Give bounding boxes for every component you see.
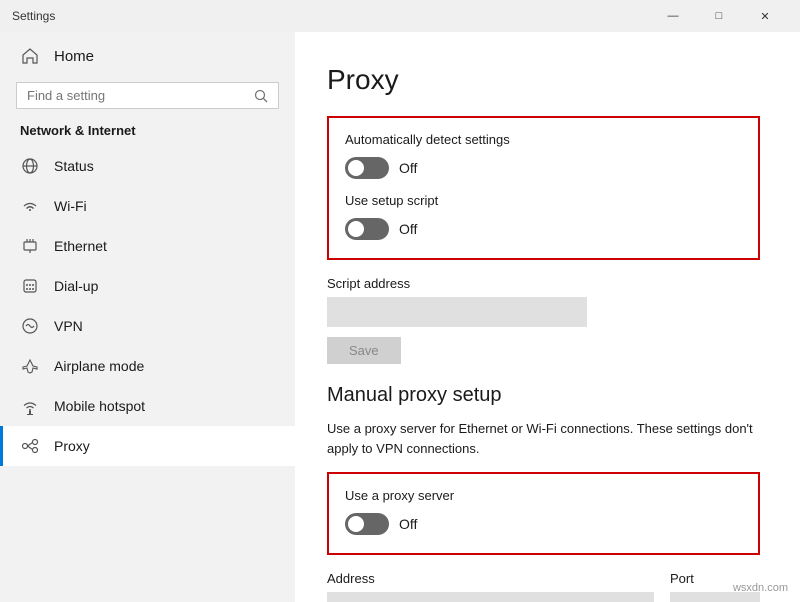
airplane-icon [20, 356, 40, 376]
content-area: Proxy Automatically detect settings Off … [295, 32, 800, 602]
app-body: Home Network & Internet Status [0, 32, 800, 602]
search-icon [254, 89, 268, 103]
proxy-label: Proxy [54, 438, 90, 454]
sidebar-section-title: Network & Internet [0, 119, 295, 146]
home-label: Home [54, 48, 94, 65]
setup-script-toggle-knob [348, 221, 364, 237]
vpn-label: VPN [54, 318, 83, 334]
dialup-icon [20, 276, 40, 296]
minimize-button[interactable]: — [650, 0, 696, 32]
watermark: wsxdn.com [733, 582, 788, 594]
airplane-label: Airplane mode [54, 358, 144, 374]
sidebar-item-dialup[interactable]: Dial-up [0, 266, 295, 306]
address-field: Address [327, 571, 654, 602]
close-button[interactable]: ✕ [742, 0, 788, 32]
globe-icon [20, 156, 40, 176]
auto-detect-label: Automatically detect settings [345, 132, 742, 147]
proxy-server-toggle-knob [348, 516, 364, 532]
sidebar-item-proxy[interactable]: Proxy [0, 426, 295, 466]
proxy-server-toggle-row: Off [345, 513, 742, 535]
hotspot-label: Mobile hotspot [54, 398, 145, 414]
titlebar-title: Settings [12, 9, 55, 23]
manual-proxy-title: Manual proxy setup [327, 384, 760, 407]
ethernet-label: Ethernet [54, 238, 107, 254]
status-label: Status [54, 158, 94, 174]
address-input[interactable] [327, 592, 654, 602]
home-icon [20, 46, 40, 66]
address-port-row: Address Port [327, 571, 760, 602]
proxy-server-section: Use a proxy server Off [327, 472, 760, 555]
dialup-label: Dial-up [54, 278, 98, 294]
sidebar: Home Network & Internet Status [0, 32, 295, 602]
setup-script-label: Use setup script [345, 193, 742, 208]
ethernet-icon [20, 236, 40, 256]
vpn-icon [20, 316, 40, 336]
manual-proxy-desc: Use a proxy server for Ethernet or Wi-Fi… [327, 419, 760, 458]
proxy-server-label: Use a proxy server [345, 488, 742, 503]
wifi-label: Wi-Fi [54, 198, 87, 214]
titlebar-controls: — □ ✕ [650, 0, 788, 32]
auto-detect-toggle-knob [348, 160, 364, 176]
sidebar-item-vpn[interactable]: VPN [0, 306, 295, 346]
hotspot-icon [20, 396, 40, 416]
setup-script-toggle-row: Off [345, 218, 742, 240]
page-title: Proxy [327, 64, 760, 96]
search-box[interactable] [16, 82, 279, 109]
proxy-icon [20, 436, 40, 456]
proxy-server-toggle-label: Off [399, 516, 417, 532]
titlebar: Settings — □ ✕ [0, 0, 800, 32]
script-address-label: Script address [327, 276, 760, 291]
sidebar-item-airplane[interactable]: Airplane mode [0, 346, 295, 386]
auto-detect-toggle-row: Off [345, 157, 742, 179]
wifi-icon [20, 196, 40, 216]
sidebar-item-wifi[interactable]: Wi-Fi [0, 186, 295, 226]
sidebar-item-home[interactable]: Home [0, 36, 295, 76]
auto-detect-toggle-label: Off [399, 160, 417, 176]
search-input[interactable] [27, 88, 246, 103]
save-button[interactable]: Save [327, 337, 401, 364]
setup-script-toggle[interactable] [345, 218, 389, 240]
setup-script-toggle-label: Off [399, 221, 417, 237]
maximize-button[interactable]: □ [696, 0, 742, 32]
sidebar-item-status[interactable]: Status [0, 146, 295, 186]
sidebar-item-hotspot[interactable]: Mobile hotspot [0, 386, 295, 426]
auto-proxy-section: Automatically detect settings Off Use se… [327, 116, 760, 260]
proxy-server-toggle[interactable] [345, 513, 389, 535]
sidebar-item-ethernet[interactable]: Ethernet [0, 226, 295, 266]
script-address-input[interactable] [327, 297, 587, 327]
address-label: Address [327, 571, 654, 586]
auto-detect-toggle[interactable] [345, 157, 389, 179]
